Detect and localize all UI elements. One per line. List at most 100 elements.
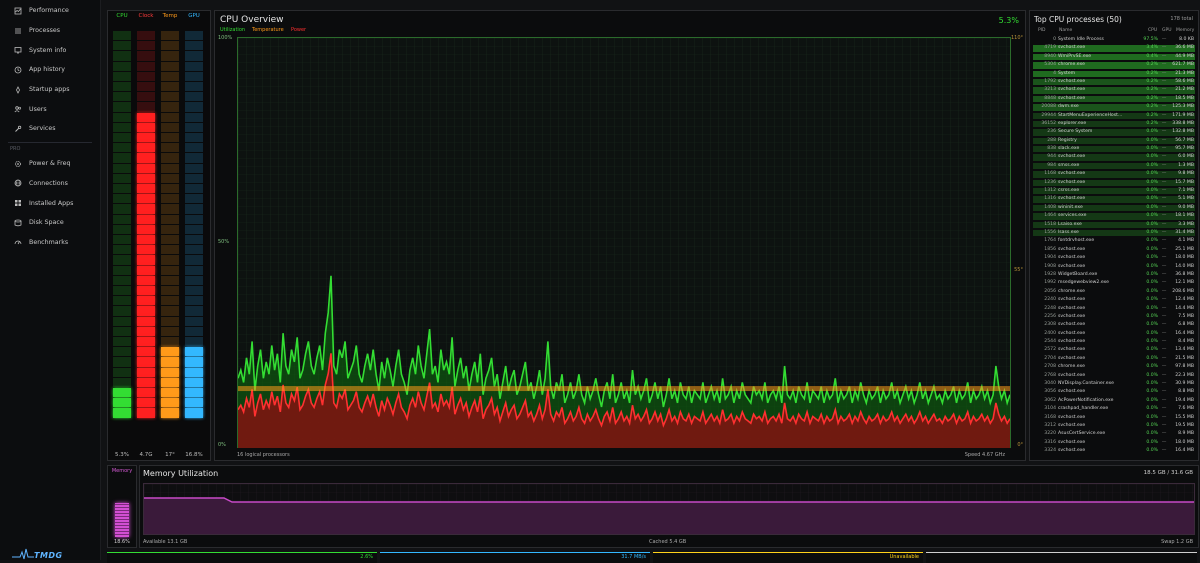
process-cpu: 0.0% xyxy=(1146,154,1158,160)
process-row[interactable]: 288 Registry 0.0% — 56.7 MB xyxy=(1033,137,1195,145)
col-gpu[interactable]: GPU xyxy=(1162,28,1172,33)
gauge-segment xyxy=(185,133,203,143)
sidebar-item-startup-apps[interactable]: Startup apps xyxy=(0,80,100,100)
process-mem: 13.4 MB xyxy=(1175,347,1194,353)
process-pid: 1856 xyxy=(1044,246,1056,252)
process-row[interactable]: 4719 svchost.exe 3.4% — 36.6 MB xyxy=(1033,44,1195,52)
process-name: AsusCertService.exe xyxy=(1058,431,1106,437)
gauge-segment xyxy=(185,224,203,234)
col-pid[interactable]: PID xyxy=(1038,28,1046,33)
sidebar-item-app-history[interactable]: App history xyxy=(0,60,100,80)
gauge-segment xyxy=(137,224,155,234)
pro-section-label: PRO xyxy=(10,145,21,152)
process-row[interactable]: 2056 chrome.exe 0.0% — 208.6 MB xyxy=(1033,288,1195,296)
process-name: crashpad_handler.exe xyxy=(1058,406,1109,412)
process-row[interactable]: 1518 Lsaiso.exe 0.0% — 3.3 MB xyxy=(1033,221,1195,229)
process-row[interactable]: 1928 WidgetBoard.exe 0.0% — 36.8 MB xyxy=(1033,271,1195,279)
gauge-segment xyxy=(185,173,203,183)
sidebar-item-processes[interactable]: Processes xyxy=(0,21,100,41)
process-row[interactable]: 1792 svchost.exe 0.2% — 58.6 MB xyxy=(1033,78,1195,86)
process-row[interactable]: 2572 svchost.exe 0.0% — 13.4 MB xyxy=(1033,346,1195,354)
processes-header: PID Name CPU GPU Memory xyxy=(1030,28,1198,35)
process-row[interactable]: 2248 svchost.exe 0.0% — 14.4 MB xyxy=(1033,305,1195,313)
process-row[interactable]: 1764 fontdrvhost.exe 0.0% — 4.1 MB xyxy=(1033,237,1195,245)
process-row[interactable]: 3213 svchost.exe 0.2% — 21.2 MB xyxy=(1033,86,1195,94)
process-row[interactable]: 1408 wininit.exe 0.0% — 9.0 MB xyxy=(1033,204,1195,212)
process-row[interactable]: 29944 StartMenuExperienceHost... 0.2% — 171.… xyxy=(1033,112,1195,120)
process-row[interactable]: 2544 svchost.exe 0.0% — 8.4 MB xyxy=(1033,338,1195,346)
gauge-segment xyxy=(137,265,155,275)
process-row[interactable]: 2308 svchost.exe 0.0% — 6.8 MB xyxy=(1033,321,1195,329)
gauge-segment xyxy=(137,112,155,122)
process-row[interactable]: 944 svchost.exe 0.0% — 6.0 MB xyxy=(1033,153,1195,161)
process-row[interactable]: 838 slack.exe 0.0% — 95.7 MB xyxy=(1033,145,1195,153)
process-row[interactable]: 1236 svchost.exe 0.0% — 15.7 MB xyxy=(1033,179,1195,187)
sidebar-item-system-info[interactable]: System info xyxy=(0,40,100,60)
process-pid: 2256 xyxy=(1044,313,1056,319)
process-row[interactable]: 1908 svchost.exe 0.0% — 14.0 MB xyxy=(1033,263,1195,271)
process-row[interactable]: 4 System 0.2% — 21.3 MB xyxy=(1033,70,1195,78)
sidebar-item-installed-apps[interactable]: Installed Apps xyxy=(0,193,100,213)
process-row[interactable]: 0 System Idle Process 97.5% — 8.0 KB xyxy=(1033,36,1195,44)
process-mem: 621.7 MB xyxy=(1172,62,1194,68)
sidebar-item-label: Benchmarks xyxy=(29,238,69,246)
process-pid: 8940 xyxy=(1044,53,1056,59)
process-name: csrss.exe xyxy=(1058,188,1080,194)
process-row[interactable]: 1556 lsass.exe 0.0% — 31.4 MB xyxy=(1033,229,1195,237)
gauge-segment xyxy=(161,316,179,326)
gauge-segment xyxy=(113,92,131,102)
process-row[interactable]: 1464 services.exe 0.0% — 18.1 MB xyxy=(1033,212,1195,220)
process-row[interactable]: 2704 svchost.exe 0.0% — 21.5 MB xyxy=(1033,355,1195,363)
process-row[interactable]: 3040 NVDisplay.Container.exe 0.0% — 30.9 MB xyxy=(1033,380,1195,388)
sidebar-item-power-freq[interactable]: Power & Freq xyxy=(0,154,100,174)
col-name[interactable]: Name xyxy=(1059,28,1072,33)
sidebar-item-performance[interactable]: Performance xyxy=(0,1,100,21)
memory-usage-readout: 18.5 GB / 31.6 GB xyxy=(1143,470,1193,476)
process-row[interactable]: 3056 svchost.exe 0.0% — 8.8 MB xyxy=(1033,388,1195,396)
sidebar-item-benchmarks[interactable]: Benchmarks xyxy=(0,233,100,253)
left-axis-bottom: 0% xyxy=(218,442,226,448)
gauge-segment xyxy=(113,71,131,81)
col-memory[interactable]: Memory xyxy=(1176,28,1194,33)
process-mem: 31.4 MB xyxy=(1175,229,1194,235)
process-row[interactable]: 2256 svchost.exe 0.0% — 7.5 MB xyxy=(1033,313,1195,321)
process-row[interactable]: 8940 WmiPrvSE.exe 0.4% — 44.9 MB xyxy=(1033,53,1195,61)
process-row[interactable]: 2708 chrome.exe 0.0% — 97.8 MB xyxy=(1033,363,1195,371)
process-row[interactable]: 1904 svchost.exe 0.0% — 18.0 MB xyxy=(1033,254,1195,262)
process-row[interactable]: 2768 svchost.exe 0.0% — 22.3 MB xyxy=(1033,372,1195,380)
sidebar-item-disk-space[interactable]: Disk Space xyxy=(0,213,100,233)
process-row[interactable]: 36152 explorer.exe 0.2% — 338.8 MB xyxy=(1033,120,1195,128)
process-row[interactable]: 5304 chrome.exe 0.2% — 621.7 MB xyxy=(1033,61,1195,69)
process-row[interactable]: 1168 svchost.exe 0.0% — 9.8 MB xyxy=(1033,170,1195,178)
process-row[interactable]: 8848 svchost.exe 0.2% — 18.5 MB xyxy=(1033,95,1195,103)
process-row[interactable]: 984 smss.exe 0.0% — 1.3 MB xyxy=(1033,162,1195,170)
process-row[interactable]: 1992 msedgewebview2.exe 0.0% — 12.1 MB xyxy=(1033,279,1195,287)
process-mem: 22.3 MB xyxy=(1175,372,1194,378)
process-row[interactable]: 3212 svchost.exe 0.0% — 19.5 MB xyxy=(1033,422,1195,430)
process-row[interactable]: 3168 svchost.exe 0.0% — 15.5 MB xyxy=(1033,414,1195,422)
top-processes-panel: Top CPU processes (50) 178 total PID Nam… xyxy=(1029,10,1199,461)
process-cpu: 0.0% xyxy=(1146,146,1158,152)
process-row[interactable]: 3220 AsusCertService.exe 0.0% — 8.9 MB xyxy=(1033,430,1195,438)
gauge-icon xyxy=(14,238,22,246)
process-row[interactable]: 20088 dwm.exe 0.2% — 125.3 MB xyxy=(1033,103,1195,111)
process-row[interactable]: 3062 AcPowerNotification.exe 0.0% — 19.4 MB xyxy=(1033,397,1195,405)
process-row[interactable]: 1312 csrss.exe 0.0% — 7.1 MB xyxy=(1033,187,1195,195)
process-mem: 58.6 MB xyxy=(1175,78,1194,84)
col-cpu[interactable]: CPU xyxy=(1148,28,1157,33)
gauge-segment xyxy=(161,51,179,61)
process-row[interactable]: 2240 svchost.exe 0.0% — 12.4 MB xyxy=(1033,296,1195,304)
sidebar-item-connections[interactable]: Connections xyxy=(0,174,100,194)
process-cpu: 0.2% xyxy=(1146,112,1158,118)
process-row[interactable]: 1316 svchost.exe 0.0% — 5.1 MB xyxy=(1033,195,1195,203)
app-logo-text: TMDG xyxy=(34,551,63,560)
process-row[interactable]: 3104 crashpad_handler.exe 0.0% — 7.6 MB xyxy=(1033,405,1195,413)
process-row[interactable]: 2400 svchost.exe 0.0% — 16.4 MB xyxy=(1033,330,1195,338)
sidebar-item-services[interactable]: Services xyxy=(0,119,100,139)
process-row[interactable]: 1856 svchost.exe 0.0% — 25.1 MB xyxy=(1033,246,1195,254)
sidebar-item-users[interactable]: Users xyxy=(0,99,100,119)
process-mem: 18.0 MB xyxy=(1175,439,1194,445)
process-row[interactable]: 3316 svchost.exe 0.0% — 18.0 MB xyxy=(1033,439,1195,447)
process-row[interactable]: 236 Secure System 0.0% — 132.8 MB xyxy=(1033,128,1195,136)
process-row[interactable]: 3324 svchost.exe 0.0% — 16.4 MB xyxy=(1033,447,1195,455)
